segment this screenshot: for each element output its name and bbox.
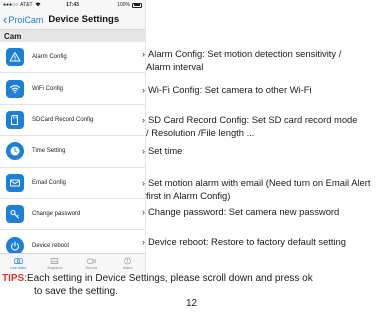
settings-row-time-setting[interactable]: Time Setting bbox=[0, 136, 145, 168]
tab-record[interactable]: Record bbox=[73, 254, 110, 273]
settings-row-alarm-config[interactable]: Alarm Config bbox=[0, 42, 145, 74]
back-chevron-icon[interactable]: ‹ bbox=[3, 13, 7, 26]
settings-row-label: Time Setting bbox=[32, 148, 66, 155]
tab-label: Snapshot bbox=[47, 266, 63, 270]
annotation-text-line2: / Resolution /File length ... bbox=[146, 126, 255, 138]
annotation-text: Change password: Set camera new password bbox=[148, 206, 340, 217]
tab-snapshot[interactable]: Snapshot bbox=[37, 254, 74, 273]
settings-row-label: Email Config bbox=[32, 179, 67, 186]
tab-label: Record bbox=[85, 266, 98, 270]
record-icon bbox=[87, 258, 96, 264]
status-time: 17:43 bbox=[66, 2, 79, 8]
sdcard-icon bbox=[6, 110, 24, 129]
annotation-text: Wi-Fi Config: Set camera to other Wi-Fi bbox=[148, 84, 312, 95]
settings-row-label: Alarm Config bbox=[32, 54, 67, 61]
tips-text: :Each setting in Device Settings, please… bbox=[24, 273, 313, 284]
status-bar: ●●●○○ AT&T 17:43 100% bbox=[0, 0, 145, 10]
tips-text-line2: to save the setting. bbox=[34, 286, 118, 298]
tab-label: Alarm bbox=[123, 266, 133, 270]
page-number: 12 bbox=[185, 298, 198, 309]
camera-icon bbox=[14, 258, 23, 264]
settings-row-wifi-config[interactable]: WiFi Config bbox=[0, 73, 145, 105]
tips-label: TIPS bbox=[2, 273, 25, 284]
tab-label: Live video bbox=[10, 266, 27, 270]
alert-icon bbox=[124, 257, 132, 265]
annotation-text: Set motion alarm with email (Need turn o… bbox=[148, 177, 371, 188]
settings-row-label: SDCard Record Config bbox=[32, 116, 94, 123]
battery-icon bbox=[132, 2, 142, 8]
settings-row-sdcard-config[interactable]: SDCard Record Config bbox=[0, 104, 145, 137]
tab-alarm[interactable]: Alarm bbox=[110, 254, 146, 273]
annotation-text: Set time bbox=[148, 145, 183, 156]
settings-list: Alarm Config WiFi Config SDCard Record C… bbox=[0, 42, 145, 262]
navigation-bar: ‹ ProiCam Device Settings bbox=[0, 10, 145, 30]
tips-note: TIPS:Each setting in Device Settings, pl… bbox=[2, 272, 382, 298]
annotation-time-setting: › Set time bbox=[142, 145, 382, 158]
tab-live-video[interactable]: Live video bbox=[0, 254, 37, 273]
email-icon bbox=[6, 173, 24, 192]
settings-row-label: Device reboot bbox=[32, 242, 70, 249]
page-title: Device Settings bbox=[48, 14, 120, 25]
warning-icon bbox=[6, 48, 24, 67]
wifi-icon bbox=[6, 79, 24, 98]
settings-row-label: WiFi Config bbox=[32, 85, 64, 92]
annotation-text: SD Card Record Config: Set SD card recor… bbox=[148, 114, 358, 125]
annotation-sdcard-config: › SD Card Record Config: Set SD card reco… bbox=[142, 114, 382, 139]
back-button[interactable]: ProiCam bbox=[8, 15, 43, 25]
power-icon bbox=[6, 236, 24, 255]
settings-row-change-password[interactable]: Change password bbox=[0, 198, 145, 231]
clock-icon bbox=[6, 142, 24, 161]
annotation-wifi-config: › Wi-Fi Config: Set camera to other Wi-Fi bbox=[142, 84, 382, 97]
image-icon bbox=[51, 258, 59, 264]
annotation-text: Alarm Config: Set motion detection sensi… bbox=[148, 48, 342, 59]
annotation-change-password: › Change password: Set camera new passwor… bbox=[142, 206, 382, 219]
annotation-device-reboot: › Device reboot: Restore to factory defau… bbox=[142, 236, 382, 249]
annotation-alarm-config: › Alarm Config: Set motion detection sens… bbox=[142, 48, 382, 73]
annotation-text-line2: first in Alarm Config) bbox=[146, 189, 231, 201]
phone-screen: ●●●○○ AT&T 17:43 100% ‹ ProiCam Device S… bbox=[0, 0, 146, 273]
section-header: Cam bbox=[0, 30, 145, 42]
annotation-email-config: › Set motion alarm with email (Need turn … bbox=[142, 177, 382, 202]
key-icon bbox=[6, 205, 24, 224]
tab-bar: Live video Snapshot Record Alarm bbox=[0, 253, 146, 273]
settings-row-email-config[interactable]: Email Config bbox=[0, 167, 145, 199]
annotation-text-line2: Alarm interval bbox=[146, 60, 204, 72]
settings-row-label: Change password bbox=[32, 211, 81, 218]
annotation-text: Device reboot: Restore to factory defaul… bbox=[148, 236, 347, 247]
